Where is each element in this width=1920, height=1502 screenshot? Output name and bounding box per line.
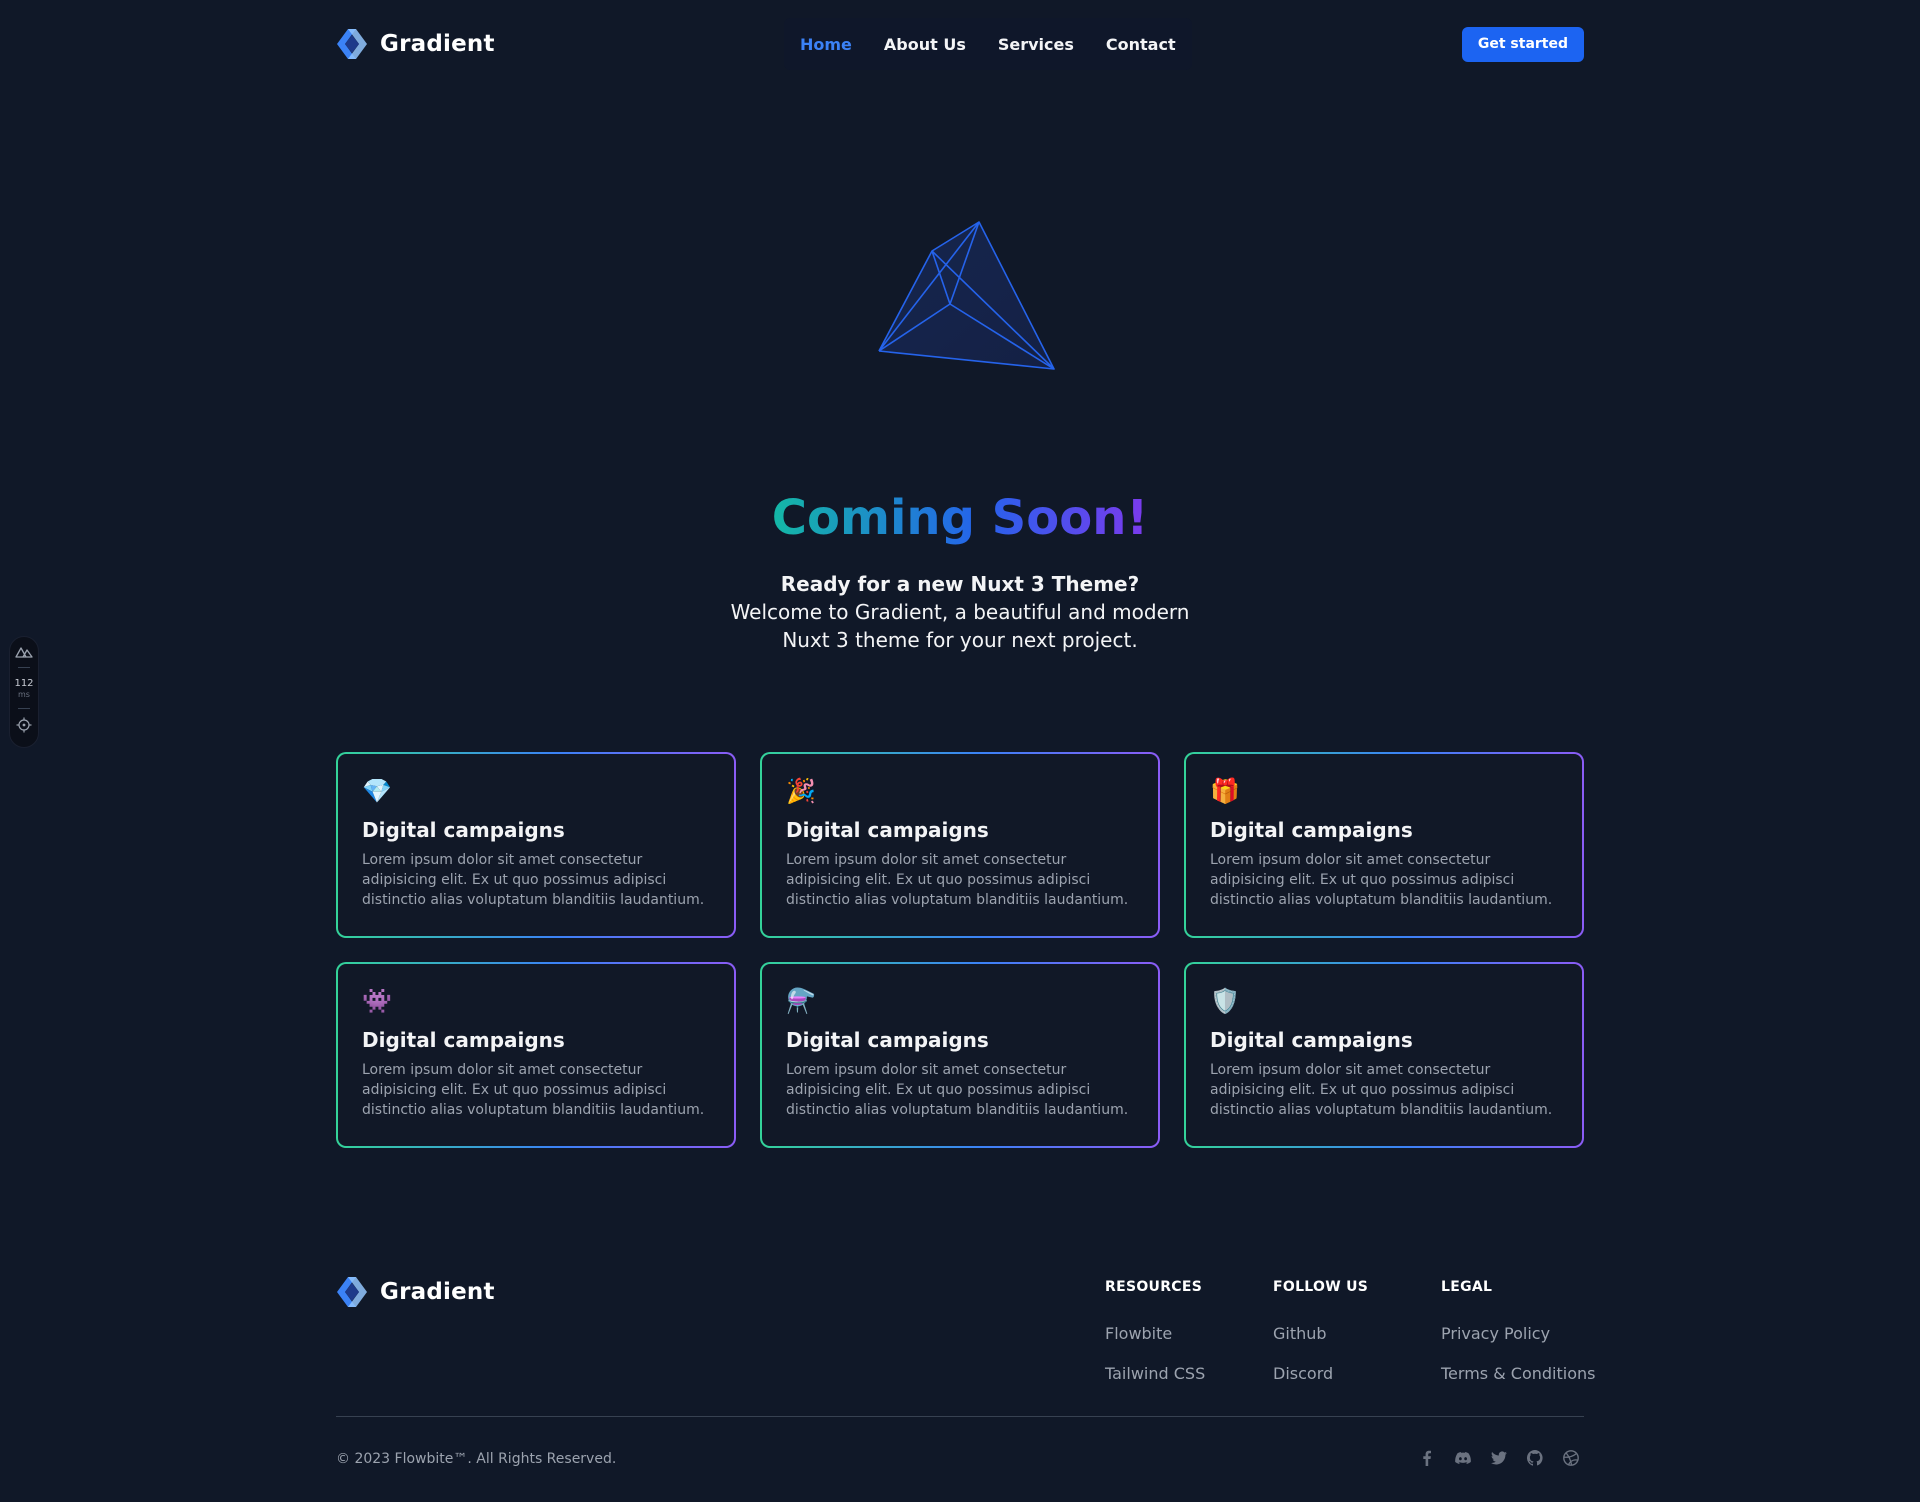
feature-card: 👾 Digital campaigns Lorem ipsum dolor si… — [336, 962, 736, 1148]
footer-link-tailwind-css[interactable]: Tailwind CSS — [1105, 1364, 1273, 1384]
footer-column-legal: LEGAL Privacy Policy Terms & Conditions — [1441, 1278, 1609, 1404]
render-time-value: 112 — [14, 678, 34, 689]
nav-link-contact[interactable]: Contact — [1106, 35, 1176, 54]
footer-brand[interactable]: Gradient — [336, 1276, 495, 1308]
footer-heading: LEGAL — [1441, 1279, 1493, 1295]
card-title: Digital campaigns — [1210, 1028, 1413, 1052]
footer-column-follow-us: FOLLOW US Github Discord — [1273, 1278, 1441, 1404]
feature-card: 💎 Digital campaigns Lorem ipsum dolor si… — [336, 752, 736, 938]
footer-heading: RESOURCES — [1105, 1279, 1203, 1295]
pyramid-illustration — [878, 221, 1055, 370]
card-text: Lorem ipsum dolor sit amet consectetur a… — [1210, 852, 1553, 908]
nav-menu: Home About Us Services Contact — [784, 18, 1192, 70]
devtool-divider — [18, 708, 30, 709]
card-text: Lorem ipsum dolor sit amet consectetur a… — [1210, 1062, 1553, 1118]
card-text: Lorem ipsum dolor sit amet consectetur a… — [786, 852, 1129, 908]
render-time-unit: ms — [18, 690, 30, 699]
hero-subtitle: Ready for a new Nuxt 3 Theme? Welcome to… — [0, 570, 1920, 654]
feature-card: 🎁 Digital campaigns Lorem ipsum dolor si… — [1184, 752, 1584, 938]
social-links — [1419, 1450, 1579, 1466]
alien-monster-icon: 👾 — [362, 987, 392, 1015]
nav-link-home[interactable]: Home — [800, 35, 852, 54]
card-text: Lorem ipsum dolor sit amet consectetur a… — [362, 852, 705, 908]
footer-heading: FOLLOW US — [1273, 1279, 1369, 1295]
devtool-divider — [18, 667, 30, 668]
brand[interactable]: Gradient — [336, 28, 495, 60]
footer-link-flowbite[interactable]: Flowbite — [1105, 1324, 1273, 1344]
alembic-icon: ⚗️ — [786, 987, 816, 1015]
nav-link-about-us[interactable]: About Us — [884, 35, 966, 54]
render-time-readout: 112 ms — [14, 678, 33, 700]
dribbble-icon[interactable] — [1563, 1450, 1579, 1466]
hero-line-2: Nuxt 3 theme for your next project. — [782, 628, 1138, 652]
hero-title: Coming Soon! — [0, 486, 1920, 550]
footer-column-resources: RESOURCES Flowbite Tailwind CSS — [1105, 1278, 1273, 1404]
copyright-text: © 2023 Flowbite™. All Rights Reserved. — [336, 1451, 617, 1467]
card-title: Digital campaigns — [362, 818, 565, 842]
github-icon[interactable] — [1527, 1450, 1543, 1466]
card-title: Digital campaigns — [786, 1028, 989, 1052]
hero-title-text: Coming Soon! — [771, 490, 1149, 546]
nuxt-icon[interactable] — [15, 645, 33, 659]
feature-card: 🛡️ Digital campaigns Lorem ipsum dolor s… — [1184, 962, 1584, 1148]
footer-divider — [336, 1416, 1584, 1417]
card-text: Lorem ipsum dolor sit amet consectetur a… — [362, 1062, 705, 1118]
footer-brand-name: Gradient — [380, 1279, 495, 1305]
footer-link-github[interactable]: Github — [1273, 1324, 1441, 1344]
gradient-logo-icon — [337, 29, 367, 59]
nuxt-devtools-widget[interactable]: 112 ms — [9, 636, 39, 748]
nav-link-services[interactable]: Services — [998, 35, 1074, 54]
inspector-target-icon[interactable] — [16, 717, 32, 733]
gradient-logo-icon — [337, 1277, 367, 1307]
get-started-button[interactable]: Get started — [1461, 26, 1584, 62]
feature-card: 🎉 Digital campaigns Lorem ipsum dolor si… — [760, 752, 1160, 938]
twitter-icon[interactable] — [1491, 1450, 1507, 1466]
card-title: Digital campaigns — [362, 1028, 565, 1052]
card-title: Digital campaigns — [1210, 818, 1413, 842]
gem-icon: 💎 — [362, 777, 392, 805]
facebook-icon[interactable] — [1419, 1450, 1435, 1466]
discord-icon[interactable] — [1455, 1450, 1471, 1466]
footer-link-privacy-policy[interactable]: Privacy Policy — [1441, 1324, 1609, 1344]
navbar: Gradient Home About Us Services Contact … — [336, 0, 1584, 88]
party-popper-icon: 🎉 — [786, 777, 816, 805]
brand-name: Gradient — [380, 31, 495, 57]
footer-link-discord[interactable]: Discord — [1273, 1364, 1441, 1384]
shield-icon: 🛡️ — [1210, 987, 1240, 1015]
footer-link-columns: RESOURCES Flowbite Tailwind CSS FOLLOW U… — [1105, 1278, 1609, 1404]
feature-cards: 💎 Digital campaigns Lorem ipsum dolor si… — [336, 752, 1584, 1148]
card-title: Digital campaigns — [786, 818, 989, 842]
hero-line-1: Welcome to Gradient, a beautiful and mod… — [730, 600, 1190, 624]
hero-lead: Ready for a new Nuxt 3 Theme? — [780, 572, 1140, 596]
card-text: Lorem ipsum dolor sit amet consectetur a… — [786, 1062, 1129, 1118]
footer-link-terms[interactable]: Terms & Conditions — [1441, 1364, 1609, 1384]
gift-icon: 🎁 — [1210, 777, 1240, 805]
feature-card: ⚗️ Digital campaigns Lorem ipsum dolor s… — [760, 962, 1160, 1148]
